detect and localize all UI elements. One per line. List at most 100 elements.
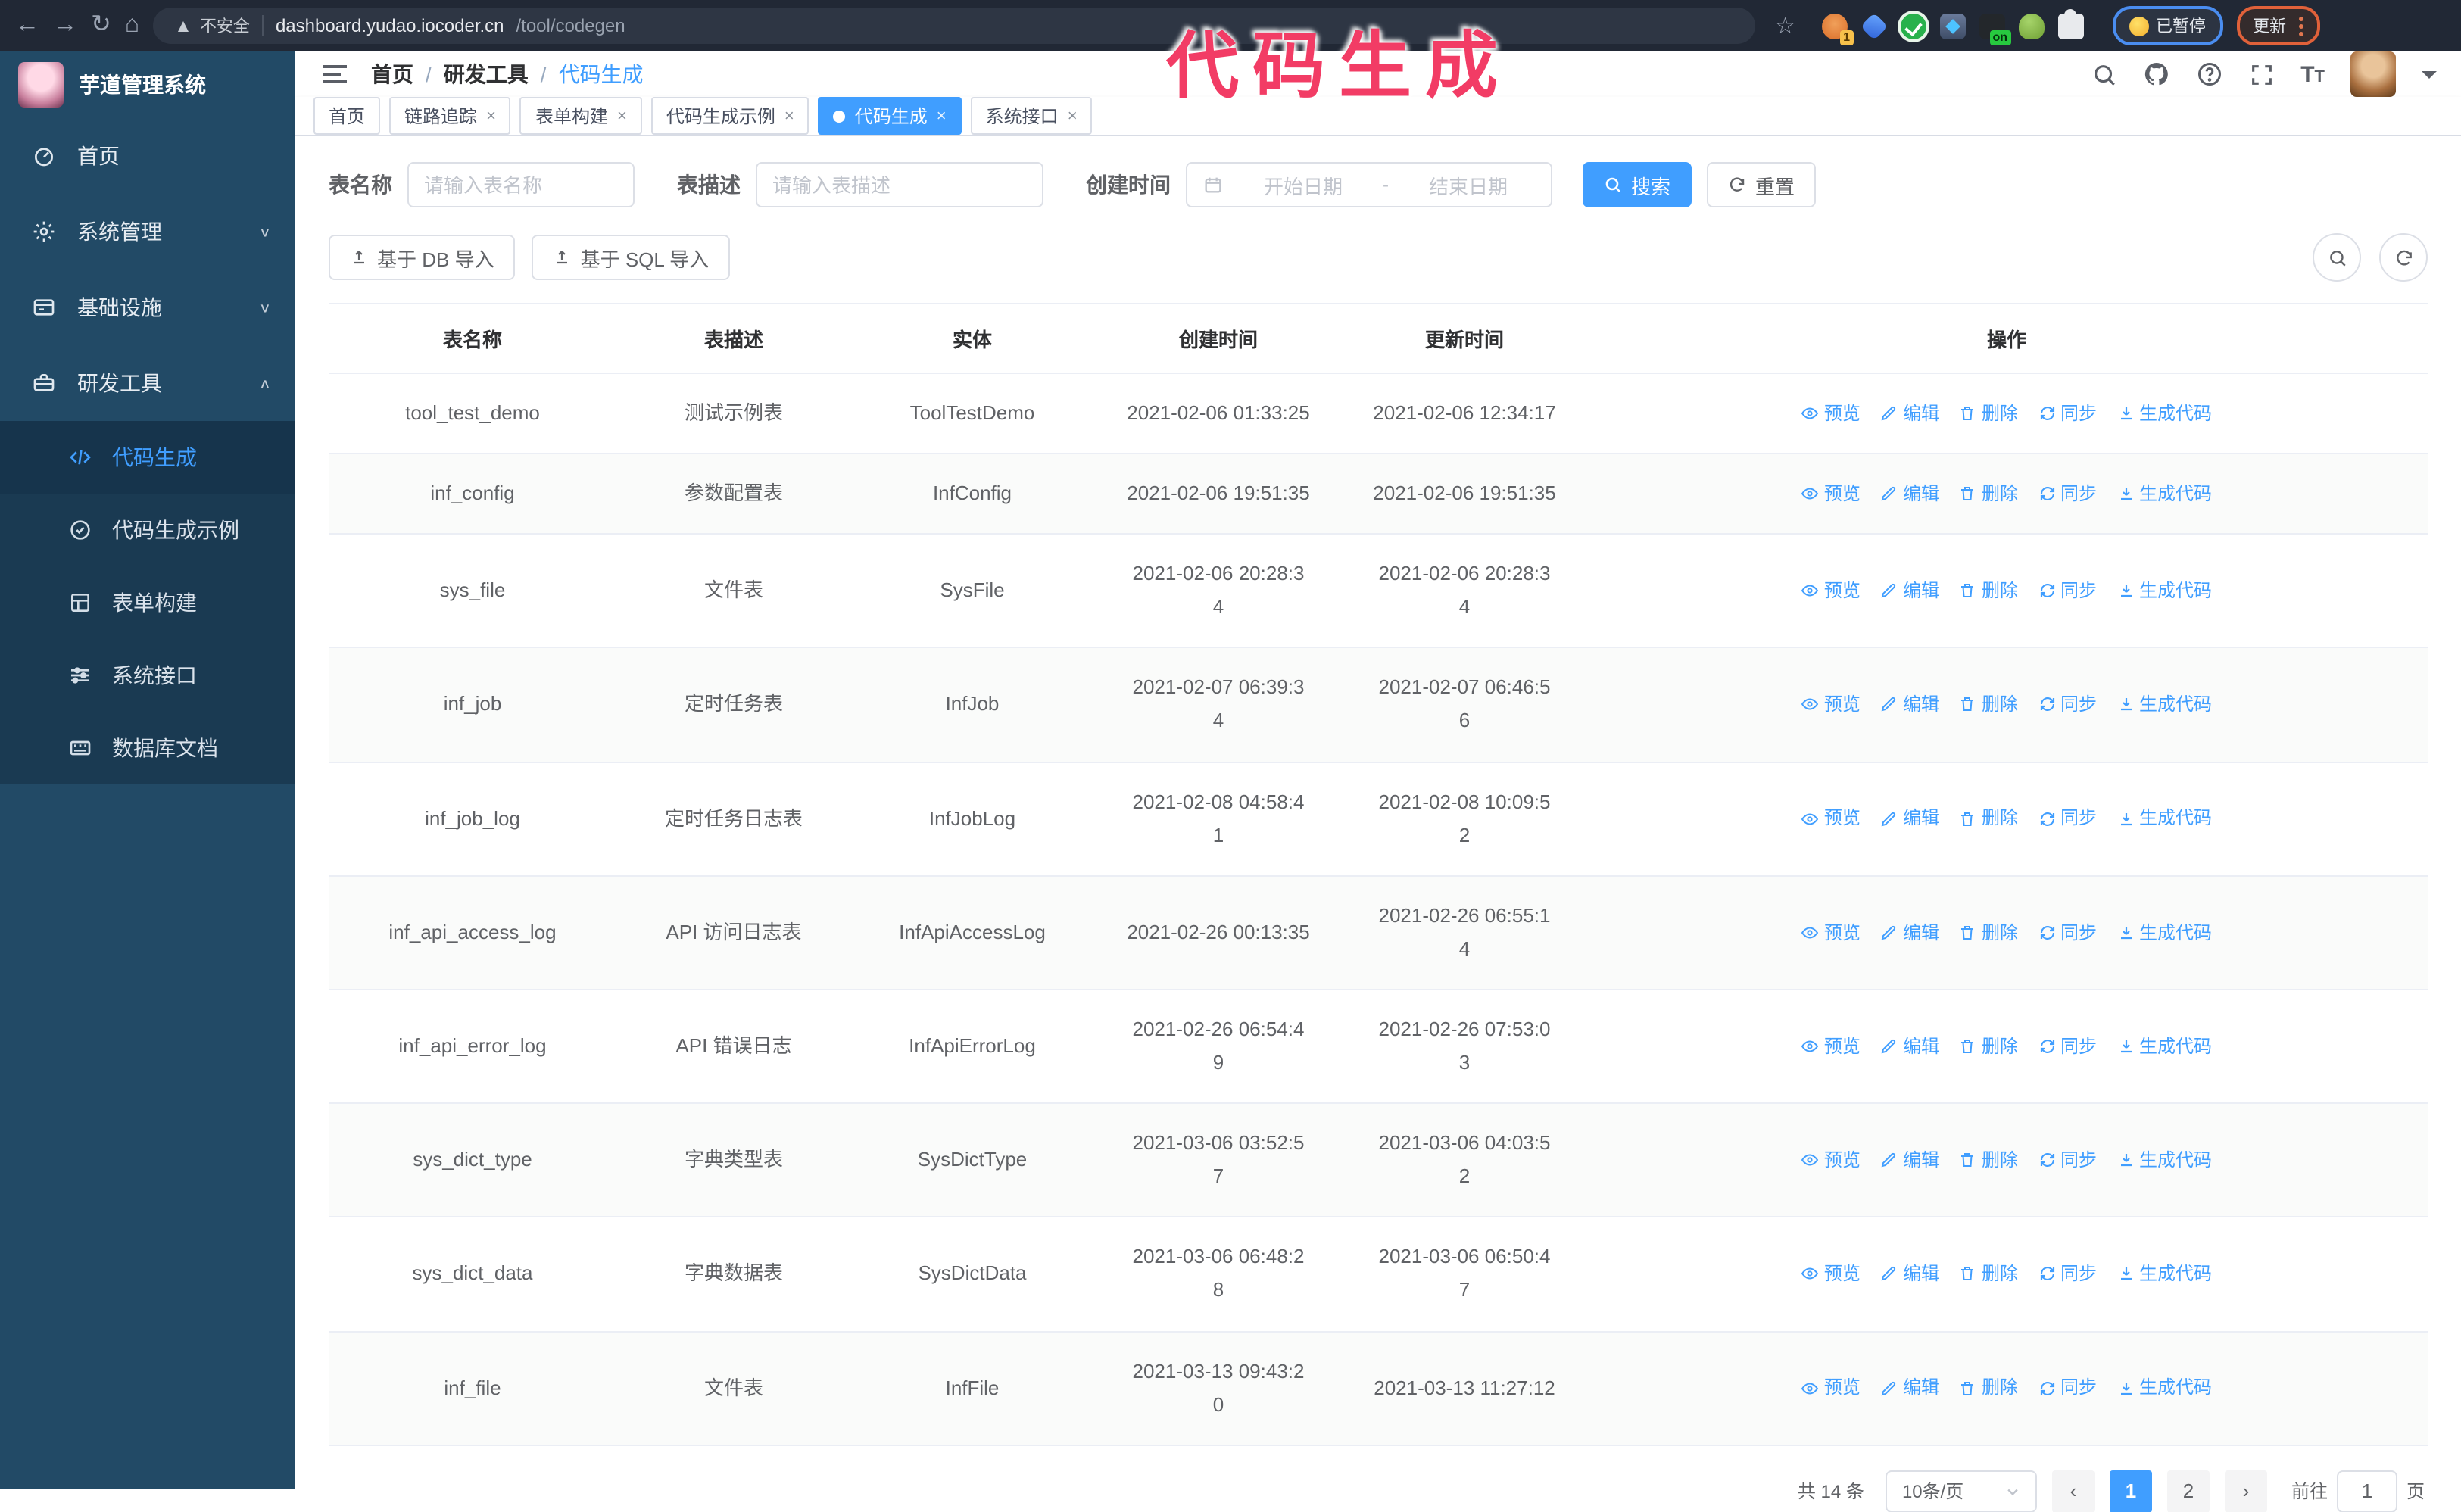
- grid-ext-icon[interactable]: [1939, 13, 1966, 39]
- orange-ext-icon[interactable]: 1: [1821, 13, 1854, 45]
- close-icon[interactable]: ×: [486, 107, 496, 125]
- 删除-action[interactable]: 删除: [1959, 690, 2018, 721]
- 删除-action[interactable]: 删除: [1959, 1258, 2018, 1289]
- 预览-action[interactable]: 预览: [1801, 690, 1861, 721]
- prev-page-button[interactable]: ‹: [2051, 1470, 2095, 1512]
- update-button[interactable]: 更新: [2236, 6, 2320, 45]
- 预览-action[interactable]: 预览: [1801, 1373, 1861, 1404]
- reload-icon[interactable]: ↻: [91, 13, 111, 38]
- github-icon[interactable]: [2143, 61, 2170, 88]
- sidebar-subitem-2[interactable]: 表单构建: [0, 566, 295, 639]
- 生成代码-action[interactable]: 生成代码: [2116, 575, 2212, 606]
- 编辑-action[interactable]: 编辑: [1880, 1145, 1939, 1176]
- 生成代码-action[interactable]: 生成代码: [2116, 1258, 2212, 1289]
- paused-badge[interactable]: 已暂停: [2112, 6, 2223, 45]
- sidebar-item-1[interactable]: 系统管理 ∨: [0, 194, 295, 270]
- close-icon[interactable]: ×: [937, 107, 947, 125]
- chevron-down-icon[interactable]: [2422, 70, 2437, 86]
- sidebar-item-2[interactable]: 基础设施 ∨: [0, 270, 295, 345]
- kebab-menu-icon[interactable]: [2298, 16, 2303, 36]
- 同步-action[interactable]: 同步: [2038, 1031, 2097, 1062]
- 同步-action[interactable]: 同步: [2038, 479, 2097, 510]
- table-name-input[interactable]: [407, 162, 635, 207]
- 编辑-action[interactable]: 编辑: [1880, 479, 1939, 510]
- 编辑-action[interactable]: 编辑: [1880, 803, 1939, 834]
- fullscreen-icon[interactable]: [2249, 61, 2275, 87]
- 同步-action[interactable]: 同步: [2038, 917, 2097, 948]
- gem-ext-icon[interactable]: [1859, 11, 1888, 40]
- tab-首页[interactable]: 首页: [313, 97, 381, 135]
- hamburger-icon[interactable]: [320, 59, 350, 89]
- 生成代码-action[interactable]: 生成代码: [2116, 690, 2212, 721]
- breadcrumb-item[interactable]: 首页: [371, 59, 413, 89]
- 生成代码-action[interactable]: 生成代码: [2116, 917, 2212, 948]
- home-icon[interactable]: ⌂: [125, 13, 139, 38]
- 同步-action[interactable]: 同步: [2038, 803, 2097, 834]
- 生成代码-action[interactable]: 生成代码: [2116, 1145, 2212, 1176]
- 生成代码-action[interactable]: 生成代码: [2116, 1031, 2212, 1062]
- tab-代码生成[interactable]: 代码生成 ×: [818, 97, 962, 135]
- 预览-action[interactable]: 预览: [1801, 575, 1861, 606]
- 同步-action[interactable]: 同步: [2038, 398, 2097, 429]
- sidebar-item-0[interactable]: 首页: [0, 118, 295, 194]
- 编辑-action[interactable]: 编辑: [1880, 575, 1939, 606]
- 编辑-action[interactable]: 编辑: [1880, 690, 1939, 721]
- address-bar[interactable]: ▲ 不安全 dashboard.yudao.iocoder.cn /tool/c…: [153, 8, 1756, 44]
- goto-page-input[interactable]: [2336, 1470, 2397, 1512]
- 删除-action[interactable]: 删除: [1959, 1031, 2018, 1062]
- search-icon[interactable]: [2091, 61, 2117, 87]
- page-button-1[interactable]: 1: [2109, 1470, 2152, 1512]
- 生成代码-action[interactable]: 生成代码: [2116, 398, 2212, 429]
- close-icon[interactable]: ×: [1068, 107, 1078, 125]
- date-range-picker[interactable]: 开始日期 - 结束日期: [1186, 162, 1552, 207]
- 同步-action[interactable]: 同步: [2038, 1145, 2097, 1176]
- 编辑-action[interactable]: 编辑: [1880, 1373, 1939, 1404]
- tab-代码生成示例[interactable]: 代码生成示例 ×: [650, 97, 809, 135]
- puzzle-ext-icon[interactable]: [2057, 8, 2084, 39]
- next-page-button[interactable]: ›: [2224, 1470, 2267, 1512]
- close-icon[interactable]: ×: [784, 107, 794, 125]
- sidebar-item-3[interactable]: 研发工具 ∧: [0, 345, 295, 421]
- app-logo-row[interactable]: 芋道管理系统: [0, 51, 295, 118]
- refresh-table-button[interactable]: [2379, 233, 2428, 282]
- 编辑-action[interactable]: 编辑: [1880, 1031, 1939, 1062]
- tab-表单构建[interactable]: 表单构建 ×: [519, 97, 642, 135]
- sidebar-subitem-4[interactable]: 数据库文档: [0, 712, 295, 784]
- page-size-select[interactable]: 10条/页: [1885, 1470, 2037, 1512]
- import-sql-button[interactable]: 基于 SQL 导入: [532, 235, 731, 280]
- 同步-action[interactable]: 同步: [2038, 1373, 2097, 1404]
- 编辑-action[interactable]: 编辑: [1880, 1258, 1939, 1289]
- toggle-search-button[interactable]: [2313, 233, 2361, 282]
- 删除-action[interactable]: 删除: [1959, 917, 2018, 948]
- dark-ext-icon[interactable]: on: [1979, 13, 2011, 45]
- 生成代码-action[interactable]: 生成代码: [2116, 803, 2212, 834]
- font-size-icon[interactable]: TT: [2300, 61, 2325, 87]
- 删除-action[interactable]: 删除: [1959, 575, 2018, 606]
- 生成代码-action[interactable]: 生成代码: [2116, 1373, 2212, 1404]
- 预览-action[interactable]: 预览: [1801, 1258, 1861, 1289]
- 删除-action[interactable]: 删除: [1959, 479, 2018, 510]
- 同步-action[interactable]: 同步: [2038, 1258, 2097, 1289]
- check-ext-icon[interactable]: [1900, 13, 1926, 39]
- tab-链路追踪[interactable]: 链路追踪 ×: [389, 97, 511, 135]
- 删除-action[interactable]: 删除: [1959, 398, 2018, 429]
- 预览-action[interactable]: 预览: [1801, 803, 1861, 834]
- close-icon[interactable]: ×: [617, 107, 627, 125]
- 预览-action[interactable]: 预览: [1801, 1145, 1861, 1176]
- 预览-action[interactable]: 预览: [1801, 479, 1861, 510]
- breadcrumb-item[interactable]: 研发工具: [444, 59, 529, 89]
- import-db-button[interactable]: 基于 DB 导入: [329, 235, 516, 280]
- bot-ext-icon[interactable]: [2018, 13, 2045, 39]
- avatar[interactable]: [2350, 51, 2396, 97]
- forward-icon[interactable]: →: [53, 13, 77, 38]
- 删除-action[interactable]: 删除: [1959, 803, 2018, 834]
- sidebar-subitem-1[interactable]: 代码生成示例: [0, 494, 295, 566]
- 预览-action[interactable]: 预览: [1801, 917, 1861, 948]
- 同步-action[interactable]: 同步: [2038, 575, 2097, 606]
- tab-系统接口[interactable]: 系统接口 ×: [970, 97, 1093, 135]
- 预览-action[interactable]: 预览: [1801, 1031, 1861, 1062]
- 同步-action[interactable]: 同步: [2038, 690, 2097, 721]
- sidebar-subitem-3[interactable]: 系统接口: [0, 639, 295, 712]
- security-warning[interactable]: ▲ 不安全: [174, 14, 250, 38]
- 生成代码-action[interactable]: 生成代码: [2116, 479, 2212, 510]
